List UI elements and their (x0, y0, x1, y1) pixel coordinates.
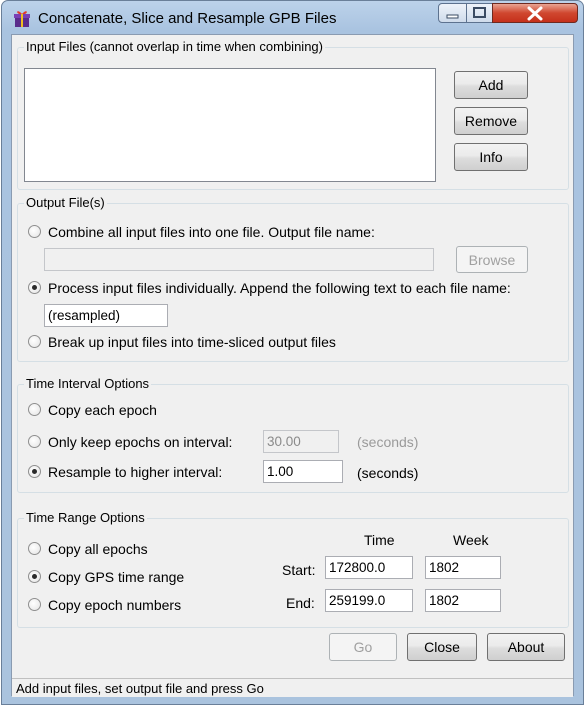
copy-gps-label: Copy GPS time range (48, 569, 185, 585)
time-column-header: Time (364, 532, 395, 548)
time-range-group: Time Range Options Copy all epochs Copy … (17, 510, 569, 628)
copy-gps-radio[interactable] (28, 570, 41, 583)
status-bar: Add input files, set output file and pre… (12, 678, 573, 697)
maximize-icon (473, 7, 486, 18)
start-time-field[interactable]: 172800.0 (325, 556, 413, 579)
dialog-client-area: Input Files (cannot overlap in time when… (11, 34, 574, 697)
browse-button[interactable]: Browse (456, 246, 528, 273)
minimize-button[interactable] (438, 3, 467, 23)
maximize-button[interactable] (466, 3, 493, 23)
append-text-field[interactable]: (resampled) (44, 304, 168, 327)
copy-all-radio[interactable] (28, 542, 41, 555)
copy-epoch-radio[interactable] (28, 598, 41, 611)
end-label: End: (286, 595, 315, 611)
go-button[interactable]: Go (329, 633, 397, 661)
copy-epoch-label: Copy epoch numbers (48, 597, 182, 613)
app-window: Concatenate, Slice and Resample GPB File… (1, 0, 584, 705)
end-week-field[interactable]: 1802 (425, 589, 501, 612)
resample-radio[interactable] (28, 465, 41, 478)
window-title: Concatenate, Slice and Resample GPB File… (38, 10, 337, 27)
only-keep-radio[interactable] (28, 435, 41, 448)
close-x-icon (527, 6, 543, 21)
only-keep-label: Only keep epochs on interval: (48, 434, 233, 450)
time-interval-group: Time Interval Options Copy each epoch On… (17, 376, 569, 493)
input-files-list[interactable] (24, 68, 436, 182)
add-button[interactable]: Add (454, 71, 528, 99)
close-window-button[interactable] (492, 3, 578, 23)
info-button[interactable]: Info (454, 143, 528, 171)
time-range-legend: Time Range Options (24, 510, 147, 526)
output-files-group: Output File(s) Combine all input files i… (17, 195, 569, 362)
resample-interval-field[interactable]: 1.00 (263, 460, 343, 483)
start-week-field[interactable]: 1802 (425, 556, 501, 579)
input-files-group: Input Files (cannot overlap in time when… (17, 39, 569, 190)
end-time-field[interactable]: 259199.0 (325, 589, 413, 612)
input-files-legend: Input Files (cannot overlap in time when… (24, 39, 325, 55)
about-button[interactable]: About (487, 633, 565, 661)
copy-each-radio[interactable] (28, 403, 41, 416)
only-keep-units: (seconds) (357, 434, 419, 450)
output-filename-field[interactable] (44, 248, 434, 271)
copy-all-label: Copy all epochs (48, 541, 148, 557)
only-keep-interval-field[interactable]: 30.00 (263, 430, 339, 453)
caption-buttons (438, 3, 578, 25)
resample-label: Resample to higher interval: (48, 464, 223, 480)
start-label: Start: (282, 562, 316, 578)
title-bar[interactable]: Concatenate, Slice and Resample GPB File… (2, 1, 583, 35)
close-button[interactable]: Close (407, 633, 477, 661)
remove-button[interactable]: Remove (454, 107, 528, 135)
status-text: Add input files, set output file and pre… (16, 681, 264, 696)
individual-radio[interactable] (28, 281, 41, 294)
resample-units: (seconds) (357, 465, 419, 481)
slice-label: Break up input files into time-sliced ou… (48, 334, 336, 350)
time-interval-legend: Time Interval Options (24, 376, 152, 392)
week-column-header: Week (453, 532, 489, 548)
combine-label: Combine all input files into one file. O… (48, 224, 375, 240)
app-gift-box-icon (14, 11, 30, 27)
minimize-icon (446, 14, 459, 19)
output-files-legend: Output File(s) (24, 195, 107, 211)
copy-each-label: Copy each epoch (48, 402, 157, 418)
combine-radio[interactable] (28, 225, 41, 238)
individual-label: Process input files individually. Append… (48, 280, 511, 296)
slice-radio[interactable] (28, 335, 41, 348)
